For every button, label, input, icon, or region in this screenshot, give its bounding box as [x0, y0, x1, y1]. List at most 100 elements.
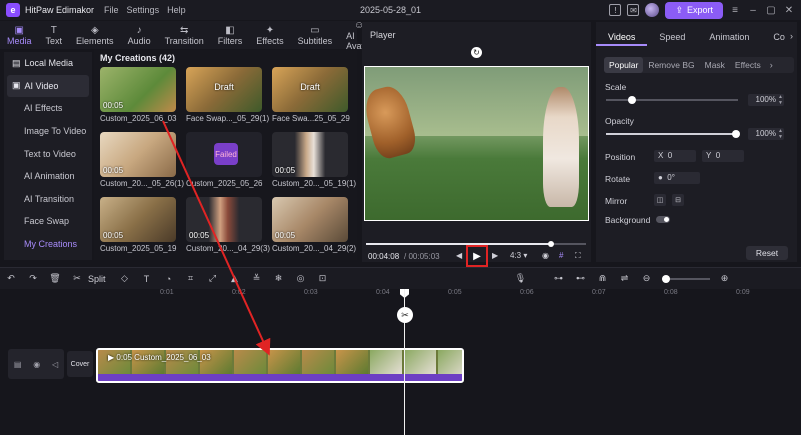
background-toggle[interactable]	[656, 216, 670, 223]
seek-knob[interactable]	[547, 241, 554, 247]
tab-elements[interactable]: ◈ Elements	[69, 25, 121, 46]
media-thumb[interactable]: Draft	[186, 67, 262, 112]
media-thumb[interactable]: 00:05	[100, 197, 176, 242]
rotate-handle-icon[interactable]: ↻	[471, 47, 482, 58]
zoom-knob[interactable]	[661, 274, 670, 283]
tab-transition[interactable]: ⇆ Transition	[158, 25, 211, 46]
nav-ai-animation[interactable]: AI Animation	[4, 165, 92, 188]
hamburger-menu-icon[interactable]: ≡	[729, 5, 741, 16]
nav-ai-transition[interactable]: AI Transition	[4, 188, 92, 211]
subtab-effects[interactable]: Effects	[730, 57, 766, 73]
undo-icon[interactable]: ↶	[0, 273, 22, 284]
message-icon[interactable]: ✉	[627, 4, 640, 16]
scissors-icon[interactable]: ✂	[397, 307, 413, 323]
tab-text[interactable]: T Text	[39, 25, 70, 46]
fullscreen-icon[interactable]: ⛶	[575, 251, 581, 261]
close-icon[interactable]: ✕	[783, 5, 795, 16]
flip-horizontal-icon[interactable]: ◫	[654, 194, 666, 206]
spinner-icon[interactable]: ▲ ▼	[778, 128, 783, 140]
delete-icon[interactable]: 🗑	[44, 273, 66, 284]
ai-icon[interactable]: ◎	[290, 273, 312, 284]
tab-animation[interactable]: Animation	[697, 28, 761, 46]
media-thumb[interactable]: 00:05	[100, 132, 176, 177]
tab-audio[interactable]: ♪ Audio	[121, 25, 158, 46]
play-button[interactable]: ▶	[466, 245, 488, 267]
nav-local-media[interactable]: ▤ Local Media	[4, 52, 92, 75]
opacity-slider[interactable]	[606, 130, 740, 138]
nav-text-to-video[interactable]: Text to Video	[4, 142, 92, 165]
snap-icon[interactable]: ⊷	[570, 273, 592, 284]
subtab-popular[interactable]: Popular	[604, 57, 644, 73]
subtab-remove-bg[interactable]: Remove BG	[643, 57, 699, 73]
scale-input[interactable]: 100% ▲ ▼	[748, 94, 784, 106]
spinner-icon[interactable]: ▲ ▼	[778, 94, 783, 106]
timeline-ruler[interactable]: 0:01 0:02 0:03 0:04 0:05 0:06 0:07 0:08 …	[96, 289, 801, 303]
redo-icon[interactable]: ↷	[22, 273, 44, 284]
tab-effects[interactable]: ✦ Effects	[249, 25, 290, 46]
chevron-right-icon[interactable]: ›	[766, 57, 773, 73]
align-icon[interactable]: ≚	[246, 273, 268, 284]
nav-image-to-video[interactable]: Image To Video	[4, 120, 92, 143]
prev-frame-icon[interactable]: ◀	[456, 251, 462, 260]
media-thumb[interactable]: Draft	[272, 67, 348, 112]
media-thumb[interactable]: 00:05	[272, 197, 348, 242]
track-mute-icon[interactable]: ◁	[52, 360, 58, 369]
microphone-icon[interactable]: 🎙	[510, 273, 532, 284]
zoom-out-icon[interactable]: ⊖	[636, 273, 658, 284]
subtab-mask[interactable]: Mask	[700, 57, 730, 73]
tab-speed[interactable]: Speed	[647, 28, 697, 46]
chevron-right-icon[interactable]: ›	[790, 31, 793, 41]
pos-y-input[interactable]: Y 0	[702, 150, 744, 162]
track-visibility-icon[interactable]: ◉	[33, 360, 40, 369]
ripple-icon[interactable]: ⇌	[614, 273, 636, 284]
maximize-icon[interactable]: ▢	[765, 5, 777, 16]
freeze-icon[interactable]: ❄	[268, 273, 290, 284]
menu-settings[interactable]: Settings	[127, 5, 160, 15]
export-button[interactable]: ⇪ Export	[665, 1, 723, 19]
scale-knob[interactable]	[628, 96, 636, 104]
cover-button[interactable]: Cover	[67, 351, 93, 377]
feedback-icon[interactable]: !	[609, 4, 622, 16]
opacity-input[interactable]: 100% ▲ ▼	[748, 128, 784, 140]
zoom-in-icon[interactable]: ⊕	[714, 273, 736, 284]
menu-file[interactable]: File	[104, 5, 119, 15]
zoom-slider[interactable]	[661, 274, 710, 283]
marker-icon[interactable]: ◇	[114, 273, 136, 284]
nav-ai-effects[interactable]: AI Effects	[4, 97, 92, 120]
tab-filters[interactable]: ◧ Filters	[211, 25, 250, 46]
scale-slider[interactable]	[606, 96, 738, 104]
speed-icon[interactable]: ◔	[158, 274, 180, 284]
media-thumb[interactable]: 00:05	[186, 197, 262, 242]
aspect-ratio-select[interactable]: 4:3 ▾	[510, 251, 527, 260]
minimize-icon[interactable]: –	[747, 5, 759, 16]
tab-videos[interactable]: Videos	[596, 28, 648, 46]
export-frame-icon[interactable]: ⊡	[312, 273, 334, 284]
mirror-icon[interactable]: ◭	[224, 273, 246, 284]
menu-help[interactable]: Help	[167, 5, 186, 15]
next-frame-icon[interactable]: ▶	[492, 251, 498, 260]
snapshot-icon[interactable]: ◉	[542, 251, 549, 260]
reset-button[interactable]: Reset	[746, 246, 788, 260]
media-thumb[interactable]: 00:05	[272, 132, 348, 177]
pos-x-input[interactable]: X 0	[654, 150, 696, 162]
crop-icon[interactable]: ⌗	[180, 273, 202, 284]
magnet-icon[interactable]: ⋒	[592, 273, 614, 284]
flip-vertical-icon[interactable]: ⊟	[672, 194, 684, 206]
media-thumb[interactable]: Failed	[186, 132, 262, 177]
rotate-input[interactable]: ● 0°	[654, 172, 700, 184]
nav-face-swap[interactable]: Face Swap	[4, 210, 92, 233]
split-icon[interactable]: ✂	[66, 273, 88, 284]
link-icon[interactable]: ⊶	[548, 273, 570, 284]
media-thumb[interactable]: 00:05	[100, 67, 176, 112]
text-box-icon[interactable]: T	[136, 274, 158, 284]
tab-subtitles[interactable]: ▭ Subtitles	[291, 25, 340, 46]
resize-icon[interactable]: ⤢	[202, 273, 224, 284]
track-lock-icon[interactable]: ▤	[14, 360, 22, 369]
opacity-knob[interactable]	[732, 130, 740, 138]
nav-ai-video[interactable]: ▣ AI Video	[7, 74, 89, 98]
nav-my-creations[interactable]: My Creations	[4, 233, 92, 256]
split-label[interactable]: Split	[88, 274, 106, 284]
video-preview[interactable]	[364, 66, 589, 221]
avatar[interactable]	[645, 3, 660, 17]
grid-icon[interactable]: #	[559, 251, 563, 260]
